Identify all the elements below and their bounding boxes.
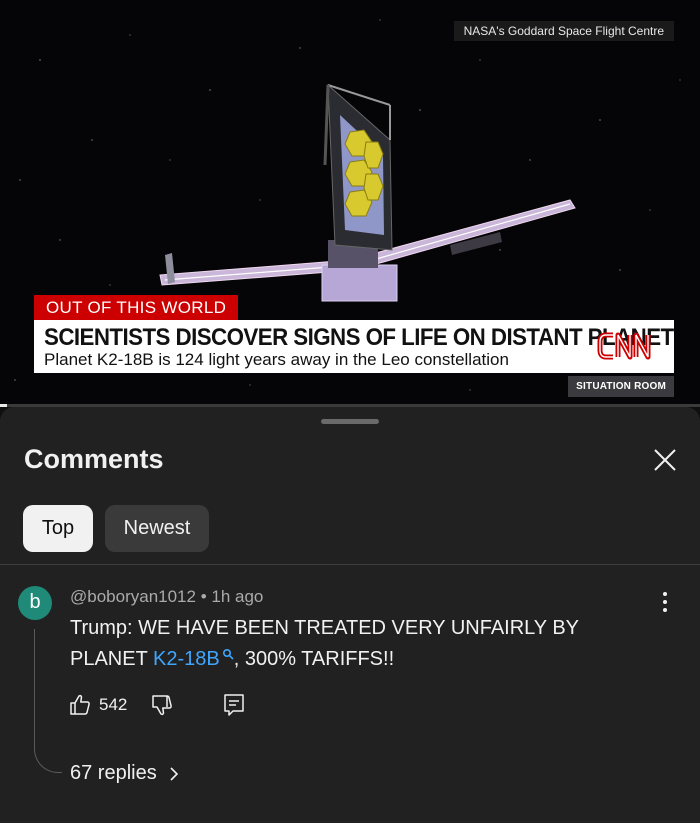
comment-author[interactable]: @boboryan1012 (70, 587, 196, 606)
comment-link-text: K2-18B (153, 648, 220, 670)
comment-search-link[interactable]: K2-18B (153, 648, 234, 670)
thumbs-up-icon[interactable] (68, 693, 92, 717)
chyron-kicker: OUT OF THIS WORLD (34, 295, 239, 320)
comment-time: 1h ago (211, 587, 264, 606)
chyron-headline: SCIENTISTS DISCOVER SIGNS OF LIFE ON DIS… (44, 324, 674, 351)
thumbs-down-icon[interactable] (150, 693, 174, 717)
comment-text: Trump: WE HAVE BEEN TREATED VERY UNFAIRL… (70, 613, 650, 675)
chyron-banner: SCIENTISTS DISCOVER SIGNS OF LIFE ON DIS… (34, 320, 674, 373)
comment-text-end: , 300% TARIFFS!! (233, 648, 395, 670)
space-telescope-illustration (159, 83, 576, 302)
chyron-subheadline: Planet K2-18B is 124 light years away in… (44, 350, 509, 369)
view-replies-button[interactable]: 67 replies (70, 762, 181, 785)
video-player[interactable]: NASA's Goddard Space Flight Centre OUT O… (0, 0, 700, 404)
search-icon (222, 648, 234, 660)
comments-title: Comments (24, 444, 164, 474)
cnn-logo-icon (597, 332, 651, 360)
avatar[interactable]: b (18, 586, 52, 620)
sort-chip-newest[interactable]: Newest (105, 505, 209, 552)
comments-panel: Comments Top Newest b @boboryan1012 • 1h… (0, 407, 700, 823)
drag-handle[interactable] (321, 419, 379, 424)
video-credit: NASA's Goddard Space Flight Centre (453, 21, 674, 41)
chevron-right-icon (170, 767, 178, 781)
meta-separator: • (200, 587, 207, 606)
thread-connector (34, 629, 62, 773)
like-count: 542 (99, 695, 128, 714)
close-icon[interactable] (648, 443, 682, 477)
reply-icon[interactable] (222, 692, 246, 718)
replies-label: 67 replies (70, 762, 157, 784)
sort-chip-top[interactable]: Top (23, 505, 93, 552)
more-options-icon[interactable] (652, 589, 678, 615)
comment-meta: @boboryan1012 • 1h ago (70, 587, 263, 607)
divider (0, 564, 700, 565)
video-progress-fill (0, 404, 7, 407)
show-badge: SITUATION ROOM (568, 376, 674, 397)
